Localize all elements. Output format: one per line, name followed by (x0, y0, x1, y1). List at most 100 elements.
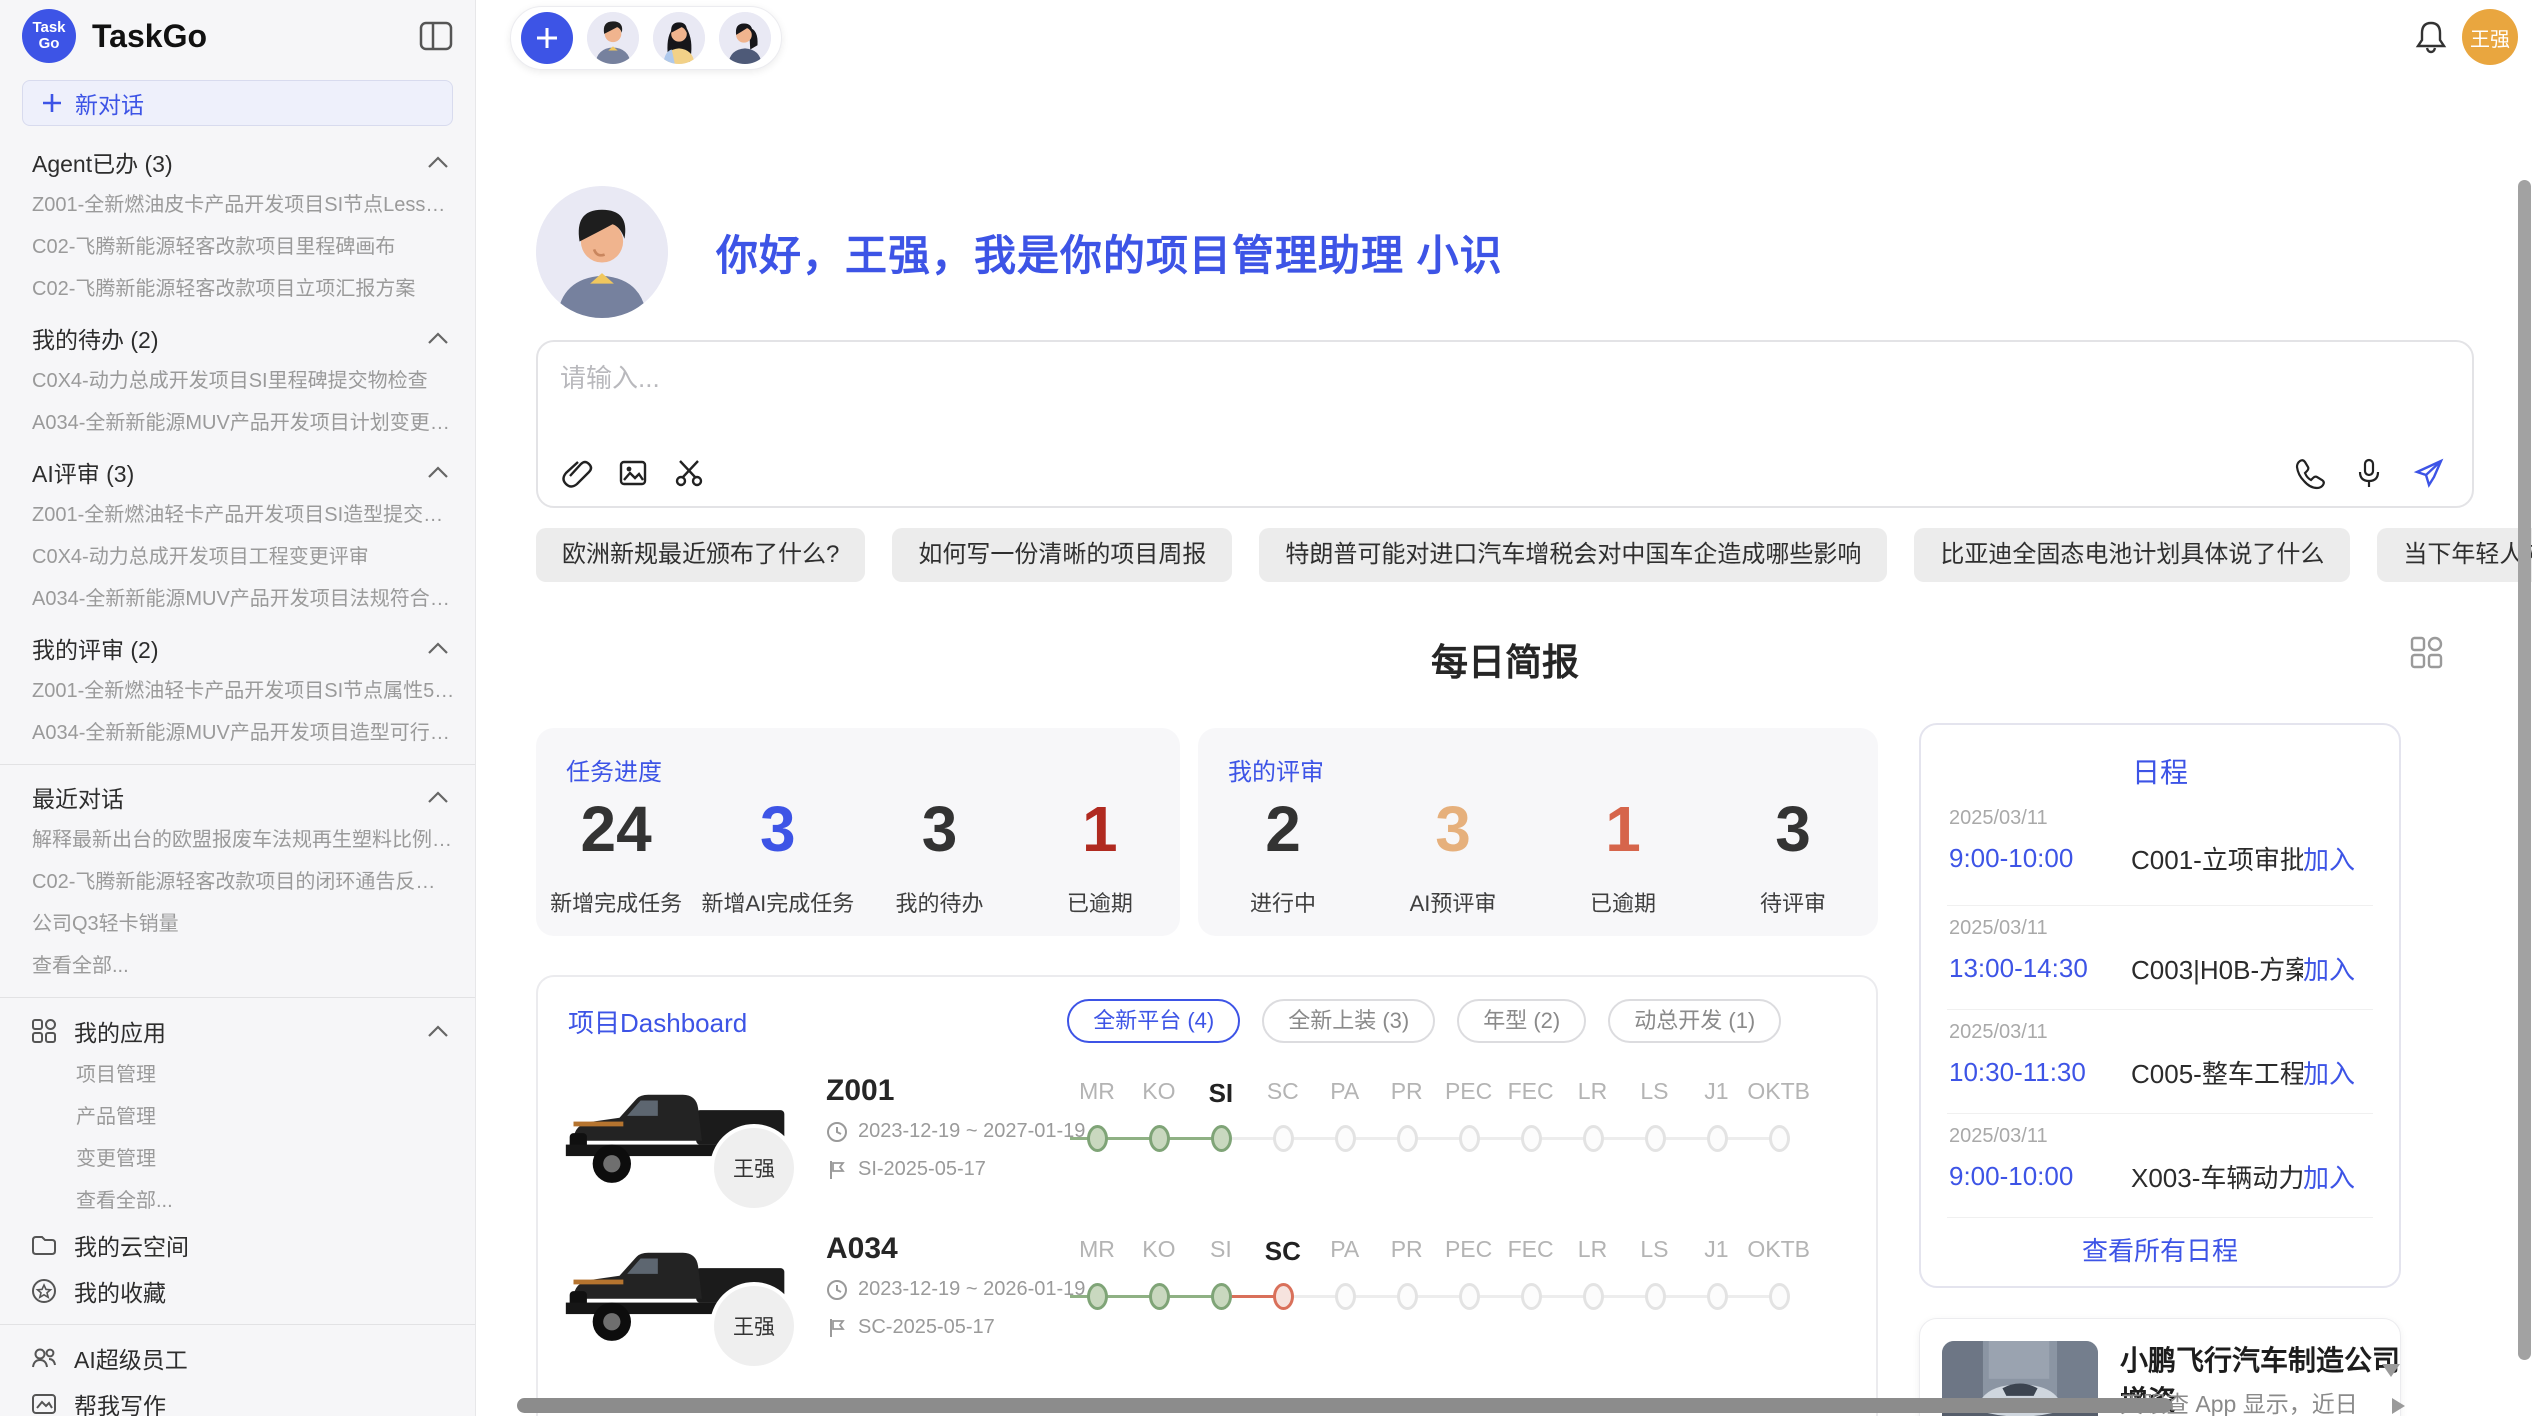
hero: 你好，王强，我是你的项目管理助理 小识 (536, 186, 1503, 318)
recent-chat-item[interactable]: C02-飞腾新能源轻客改款项目的闭环通告反馈情况 (0, 861, 475, 903)
recent-view-all-link[interactable]: 查看全部... (0, 945, 475, 987)
project-row-z001[interactable]: 王强 Z001 2023-12-19 ~ 2027-01-19 SI-2025- (538, 1072, 1878, 1230)
image-icon[interactable] (616, 456, 650, 490)
sidebar-item-ai-super-staff[interactable]: AI超级员工 (0, 1335, 475, 1381)
conversation-item[interactable]: Z001-全新燃油皮卡产品开发项目SI节点Lesson Learn报告 (0, 184, 475, 226)
section-agent-done[interactable]: Agent已办 (3) (0, 140, 475, 184)
writing-icon (30, 1390, 58, 1416)
recent-chat-item[interactable]: 公司Q3轻卡销量 (0, 903, 475, 945)
microphone-icon[interactable] (2352, 456, 2386, 490)
taskgo-app: Task Go TaskGo 新对话 Agent已办 (3) Z001-全新燃油… (0, 0, 2532, 1416)
join-link[interactable]: 加入 (2303, 840, 2355, 877)
milestone-track: MR KO SI SC PA PR PEC FEC LR LS J1 OKTB (1066, 1078, 1810, 1161)
tab-new-body[interactable]: 全新上装 (3) (1262, 999, 1435, 1043)
schedule-date: 2025/03/11 (1949, 807, 2355, 830)
add-agent-button[interactable] (521, 12, 573, 64)
stat-new-done: 24 新增完成任务 (541, 794, 691, 918)
app-link-change-mgmt[interactable]: 变更管理 (0, 1138, 475, 1180)
section-my-review[interactable]: 我的评审 (2) (0, 626, 475, 670)
project-name: A034 (826, 1232, 898, 1266)
suggestion-chip[interactable]: 如何写一份清晰的项目周报 (892, 528, 1232, 582)
agent-avatar-3[interactable] (719, 12, 771, 64)
my-apps-label: 我的应用 (74, 1014, 411, 1048)
clock-icon (826, 1121, 848, 1143)
stat-overdue: 1 已逾期 (1025, 794, 1175, 918)
section-ai-review[interactable]: AI评审 (3) (0, 450, 475, 494)
tab-new-platform[interactable]: 全新平台 (4) (1067, 999, 1240, 1043)
app-link-product-mgmt[interactable]: 产品管理 (0, 1096, 475, 1138)
conversation-item[interactable]: A034-全新新能源MUV产品开发项目计划变更表编写 (0, 402, 475, 444)
chevron-up-icon (427, 790, 449, 804)
join-link[interactable]: 加入 (2303, 1054, 2355, 1091)
section-title: Agent已办 (3) (32, 145, 173, 179)
project-dashboard-card: 项目Dashboard 全新平台 (4) 全新上装 (3) 年型 (2) 动总开… (536, 975, 1878, 1416)
agent-avatar-2[interactable] (653, 12, 705, 64)
view-all-schedule-link[interactable]: 查看所有日程 (1921, 1231, 2399, 1268)
conversation-item[interactable]: Z001-全新燃油轻卡产品开发项目SI节点属性5D文件评审 (0, 670, 475, 712)
conversation-item[interactable]: A034-全新新能源MUV产品开发项目法规符合性评审 (0, 578, 475, 620)
cloud-space-label: 我的云空间 (74, 1228, 449, 1262)
sidebar-item-my-apps[interactable]: 我的应用 (0, 1008, 475, 1054)
new-chat-label: 新对话 (75, 86, 144, 120)
apps-view-all-link[interactable]: 查看全部... (0, 1180, 475, 1222)
briefing-layout-icon[interactable] (2408, 634, 2444, 670)
tab-powertrain[interactable]: 动总开发 (1) (1608, 999, 1781, 1043)
schedule-item: 2025/03/11 13:00-14:30 C003|H0B-方案冻结评审 加… (1921, 917, 2399, 987)
milestone-track: MR KO SI SC PA PR PEC FEC LR LS J1 OKTB (1066, 1236, 1810, 1319)
schedule-date: 2025/03/11 (1949, 1021, 2355, 1044)
conversation-item[interactable]: C0X4-动力总成开发项目工程变更评审 (0, 536, 475, 578)
join-link[interactable]: 加入 (2303, 1158, 2355, 1195)
schedule-item: 2025/03/11 9:00-10:00 X003-车辆动力学性能验... 加… (1921, 1125, 2399, 1195)
suggestion-chip[interactable]: 欧洲新规最近颁布了什么? (536, 528, 865, 582)
notifications-bell-icon[interactable] (2413, 18, 2449, 56)
agent-avatar-1[interactable] (587, 12, 639, 64)
scroll-right-arrow[interactable] (2392, 1398, 2405, 1414)
horizontal-scrollbar[interactable] (517, 1398, 2172, 1413)
section-title: AI评审 (3) (32, 455, 134, 489)
recent-chat-item[interactable]: 解释最新出台的欧盟报废车法规再生塑料比例被调至15%... (0, 819, 475, 861)
tab-model-year[interactable]: 年型 (2) (1457, 999, 1586, 1043)
scroll-down-arrow[interactable] (2382, 1364, 2400, 1377)
divider (1947, 1217, 2373, 1218)
daily-briefing-title: 每日简报 (536, 632, 2474, 686)
flag-icon (826, 1317, 848, 1339)
vertical-scrollbar[interactable] (2518, 180, 2531, 1360)
suggestion-chip[interactable]: 特朗普可能对进口汽车增税会对中国车企造成哪些影响 (1259, 528, 1887, 582)
phone-call-icon[interactable] (2292, 456, 2326, 490)
suggestion-chip[interactable]: 比亚迪全固态电池计划具体说了什么 (1914, 528, 2350, 582)
chevron-up-icon (427, 641, 449, 655)
suggestion-chips: 欧洲新规最近颁布了什么? 如何写一份清晰的项目周报 特朗普可能对进口汽车增税会对… (536, 528, 2474, 582)
user-avatar[interactable]: 王强 (2462, 9, 2518, 65)
attachment-icon[interactable] (560, 456, 594, 490)
sidebar-item-help-me-write[interactable]: 帮我写作 (0, 1381, 475, 1416)
logo-line1: Task (32, 20, 65, 36)
schedule-name: C005-整车工程目标评审 (2131, 1054, 2303, 1091)
section-my-todo[interactable]: 我的待办 (2) (0, 316, 475, 360)
app-link-project-mgmt[interactable]: 项目管理 (0, 1054, 475, 1096)
project-row-a034[interactable]: 王强 A034 2023-12-19 ~ 2026-01-19 SC-2025- (538, 1230, 1878, 1388)
section-title: 最近对话 (32, 780, 124, 814)
stat-my-todo: 3 我的待办 (865, 794, 1015, 918)
suggestion-chip[interactable]: 当下年轻人对汽车外观有怎样的喜好趋势 (2377, 528, 2532, 582)
message-composer (536, 340, 2474, 508)
join-link[interactable]: 加入 (2303, 950, 2355, 987)
divider (1947, 1113, 2373, 1114)
folder-icon (30, 1231, 58, 1259)
conversation-item[interactable]: C0X4-动力总成开发项目SI里程碑提交物检查 (0, 360, 475, 402)
greeting-text: 你好，王强，我是你的项目管理助理 小识 (716, 222, 1503, 283)
conversation-item[interactable]: C02-飞腾新能源轻客改款项目里程碑画布 (0, 226, 475, 268)
conversation-item[interactable]: Z001-全新燃油轻卡产品开发项目SI造型提交物评审 (0, 494, 475, 536)
sidebar-item-favorites[interactable]: 我的收藏 (0, 1268, 475, 1314)
scissors-icon[interactable] (672, 456, 706, 490)
section-recent-chats[interactable]: 最近对话 (0, 775, 475, 819)
project-owner-badge: 王强 (710, 1124, 798, 1212)
task-progress-card: 任务进度 24 新增完成任务 3 新增AI完成任务 3 我的待办 1 已逾期 (536, 728, 1180, 936)
sidebar-item-cloud-space[interactable]: 我的云空间 (0, 1222, 475, 1268)
message-input[interactable] (560, 358, 2160, 438)
sidebar-collapse-icon[interactable] (419, 21, 453, 51)
chevron-up-icon (427, 155, 449, 169)
conversation-item[interactable]: A034-全新新能源MUV产品开发项目造型可行性评审 (0, 712, 475, 754)
send-icon[interactable] (2412, 456, 2446, 490)
new-chat-button[interactable]: 新对话 (22, 80, 453, 126)
conversation-item[interactable]: C02-飞腾新能源轻客改款项目立项汇报方案 (0, 268, 475, 310)
